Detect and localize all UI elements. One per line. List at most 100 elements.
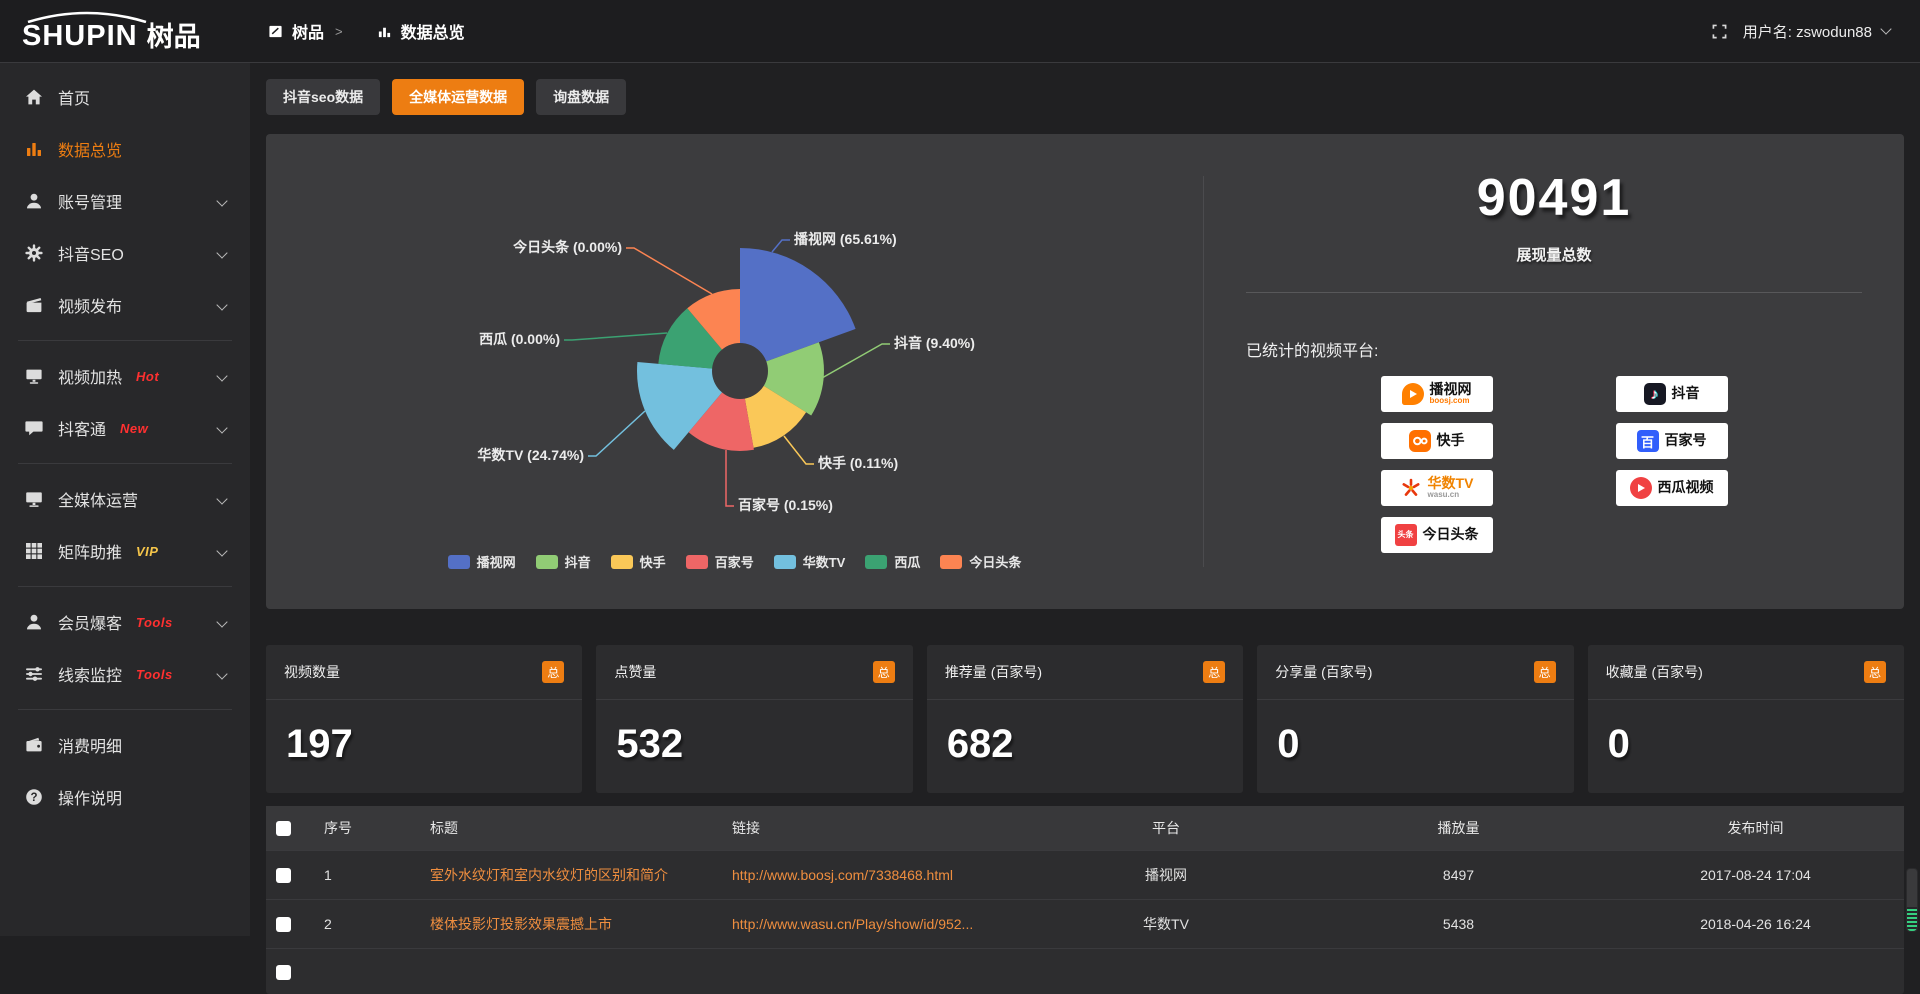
- platform-name: 西瓜视频: [1658, 480, 1714, 495]
- slice-label-抖音: 抖音 (9.40%): [894, 335, 975, 351]
- platform-sub: wasu.cn: [1428, 491, 1460, 500]
- total-badge[interactable]: 总: [1864, 661, 1886, 683]
- sidebar-item-8[interactable]: 矩阵助推 VIP: [0, 525, 250, 577]
- platform-name: 抖音: [1672, 386, 1700, 401]
- sidebar-item-6[interactable]: 抖客通New: [0, 402, 250, 454]
- legend-item-华数TV[interactable]: 华数TV: [774, 552, 846, 571]
- select-all-checkbox[interactable]: [276, 821, 291, 836]
- legend-label: 抖音: [565, 552, 591, 571]
- legend-item-百家号[interactable]: 百家号: [686, 552, 754, 571]
- total-badge[interactable]: 总: [542, 661, 564, 683]
- col-header-0: 序号: [314, 806, 420, 851]
- slice-label-百家号: 百家号 (0.15%): [738, 497, 833, 513]
- divider: [18, 340, 232, 341]
- row-checkbox[interactable]: [276, 868, 291, 883]
- sidebar-item-7[interactable]: 全媒体运营: [0, 473, 250, 525]
- sidebar-item-3[interactable]: 抖音SEO: [0, 227, 250, 279]
- sidebar-item-4[interactable]: 视频发布: [0, 279, 250, 331]
- tab-bar: 抖音seo数据全媒体运营数据询盘数据: [266, 79, 1904, 115]
- tab-0[interactable]: 抖音seo数据: [266, 79, 380, 115]
- total-badge[interactable]: 总: [1203, 661, 1225, 683]
- table-row-0: 1 室外水纹灯和室内水纹灯的区别和简介 http://www.boosj.com…: [266, 851, 1904, 900]
- cell-link[interactable]: http://www.wasu.cn/Play/show/id/952...: [722, 900, 1022, 949]
- sidebar-item-badge: New: [120, 421, 148, 436]
- kuaishou-logo-icon: [1409, 430, 1431, 452]
- legend-label: 西瓜: [894, 552, 920, 571]
- sidebar-item-label: 数据总览: [58, 137, 122, 161]
- platform-badge-西瓜视频: 西瓜视频: [1616, 470, 1728, 506]
- row-checkbox[interactable]: [276, 965, 291, 980]
- sidebar-item-10[interactable]: 线索监控Tools: [0, 648, 250, 700]
- sidebar-item-label: 矩阵助推: [58, 539, 122, 563]
- chart-legend: 播视网 抖音 快手 百家号 华数TV 西瓜 今日头条: [266, 552, 1203, 571]
- tab-2[interactable]: 询盘数据: [536, 79, 626, 115]
- topbar: SHUPIN 树品 树品 > 数据总览 用户名: zswodun88: [0, 0, 1920, 63]
- username[interactable]: 用户名: zswodun88: [1743, 21, 1872, 42]
- breadcrumb-current[interactable]: 数据总览: [401, 19, 465, 43]
- legend-label: 华数TV: [803, 552, 846, 571]
- logo-text: SHUPIN: [22, 11, 138, 51]
- label-line-今日头条: [626, 248, 712, 294]
- sidebar-item-label: 首页: [58, 85, 90, 109]
- platform-badge-快手: 快手: [1381, 423, 1493, 459]
- app-logo: SHUPIN 树品: [0, 9, 250, 54]
- sidebar-item-label: 视频加热: [58, 364, 122, 388]
- chevron-down-icon: [216, 422, 227, 433]
- sidebar-item-5[interactable]: 视频加热Hot: [0, 350, 250, 402]
- select-all-header: [266, 806, 314, 851]
- sidebar-item-label: 视频发布: [58, 293, 122, 317]
- stat-card-2: 推荐量 (百家号) 总 682: [927, 645, 1243, 793]
- cell-link[interactable]: http://www.boosj.com/7338468.html: [722, 851, 1022, 900]
- cell-title[interactable]: 楼体投影灯投影效果震撼上市: [420, 900, 722, 949]
- legend-item-抖音[interactable]: 抖音: [536, 552, 591, 571]
- sidebar-item-12[interactable]: ?操作说明: [0, 771, 250, 823]
- breadcrumb-root[interactable]: 树品: [292, 19, 324, 43]
- platform-name: 播视网: [1430, 382, 1472, 397]
- legend-item-今日头条[interactable]: 今日头条: [940, 552, 1021, 571]
- divider: [18, 709, 232, 710]
- toutiao-logo-icon: 头条: [1395, 524, 1417, 546]
- total-badge[interactable]: 总: [873, 661, 895, 683]
- label-line-西瓜: [564, 333, 667, 340]
- overview-panel: 播视网 (65.61%)抖音 (9.40%)快手 (0.11%)百家号 (0.1…: [266, 134, 1904, 609]
- cell-title[interactable]: 室外水纹灯和室内水纹灯的区别和简介: [420, 851, 722, 900]
- col-header-2: 链接: [722, 806, 1022, 851]
- sidebar-item-badge: VIP: [136, 544, 158, 559]
- stat-card-1: 点赞量 总 532: [596, 645, 912, 793]
- main-content: 抖音seo数据全媒体运营数据询盘数据 播视网 (65.61%)抖音 (9.40%…: [250, 79, 1920, 994]
- sidebar-item-1[interactable]: 数据总览: [0, 123, 250, 175]
- platform-badge-华数TV: 华数TVwasu.cn: [1381, 470, 1493, 506]
- sidebar-item-11[interactable]: 消费明细: [0, 719, 250, 771]
- legend-label: 百家号: [715, 552, 754, 571]
- legend-item-播视网[interactable]: 播视网: [448, 552, 516, 571]
- table-row-partial: [266, 949, 1904, 994]
- legend-item-西瓜[interactable]: 西瓜: [865, 552, 920, 571]
- chevron-down-icon: [216, 493, 227, 504]
- douyin-logo-icon: ♪: [1644, 383, 1666, 405]
- chevron-down-icon: [216, 247, 227, 258]
- sidebar-item-label: 消费明细: [58, 733, 122, 757]
- chevron-down-icon[interactable]: [1880, 23, 1891, 34]
- baijiahao-logo-icon: 百: [1637, 430, 1659, 452]
- label-line-播视网: [772, 240, 790, 252]
- col-header-5: 发布时间: [1607, 806, 1904, 851]
- legend-item-快手[interactable]: 快手: [611, 552, 666, 571]
- tab-1[interactable]: 全媒体运营数据: [392, 79, 524, 115]
- stat-card-value: 197: [266, 700, 582, 793]
- row-checkbox[interactable]: [276, 917, 291, 932]
- sidebar-item-9[interactable]: 会员爆客Tools: [0, 596, 250, 648]
- label-line-百家号: [726, 450, 734, 506]
- sidebar-item-2[interactable]: 账号管理: [0, 175, 250, 227]
- home-icon: [24, 87, 44, 107]
- slice-label-西瓜: 西瓜 (0.00%): [479, 331, 560, 347]
- rose-chart: 播视网 (65.61%)抖音 (9.40%)快手 (0.11%)百家号 (0.1…: [266, 134, 1203, 534]
- total-badge[interactable]: 总: [1534, 661, 1556, 683]
- slice-label-快手: 快手 (0.11%): [818, 455, 898, 471]
- stats-row: 视频数量 总 197 点赞量 总 532 推荐量 (百家号) 总 682 分享量…: [266, 645, 1904, 793]
- chat-icon: [24, 418, 44, 438]
- sidebar-item-0[interactable]: 首页: [0, 71, 250, 123]
- fullscreen-icon[interactable]: [1712, 24, 1727, 39]
- xigua-logo-icon: [1630, 477, 1652, 499]
- user-icon: [24, 191, 44, 211]
- divider: [18, 463, 232, 464]
